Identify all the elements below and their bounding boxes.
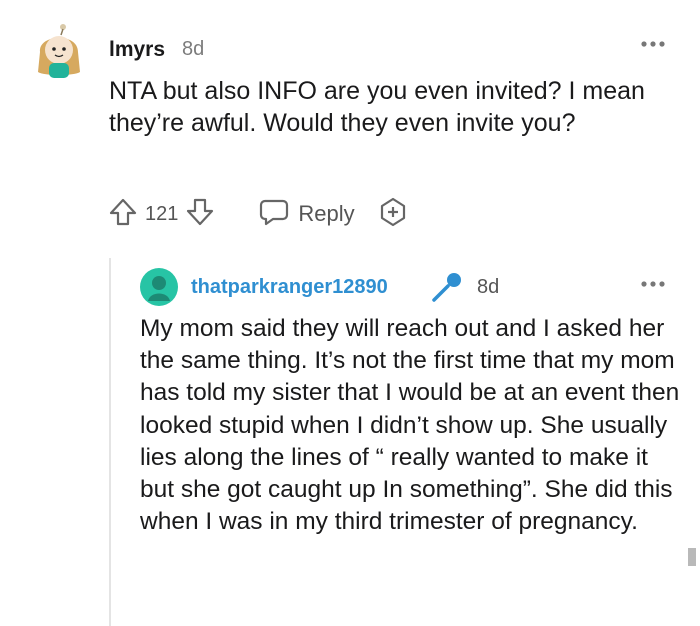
reply-avatar[interactable]: [140, 268, 178, 306]
reply-button[interactable]: Reply: [258, 197, 355, 232]
award-icon[interactable]: [377, 196, 409, 233]
upvote-icon[interactable]: [107, 196, 139, 233]
thread-line[interactable]: [109, 258, 111, 626]
comment-body: NTA but also INFO are you even invited? …: [109, 77, 645, 137]
comment-actions: 121 Reply: [107, 196, 409, 233]
more-options-icon[interactable]: [640, 276, 666, 294]
comment-username[interactable]: lmyrs: [109, 38, 165, 62]
downvote-icon[interactable]: [184, 196, 216, 233]
reply-username[interactable]: thatparkranger12890: [191, 276, 388, 299]
reply-timestamp: 8d: [477, 276, 500, 298]
reply-icon: [258, 197, 290, 232]
comment-timestamp: 8d: [182, 38, 205, 60]
avatar[interactable]: [34, 22, 84, 80]
more-options-icon[interactable]: [640, 36, 666, 54]
scrollbar[interactable]: [688, 548, 696, 566]
microphone-icon: [430, 270, 464, 309]
reply-body: My mom said they will reach out and I as…: [140, 315, 680, 536]
vote-count: 121: [145, 202, 179, 225]
reply-label: Reply: [298, 201, 355, 226]
